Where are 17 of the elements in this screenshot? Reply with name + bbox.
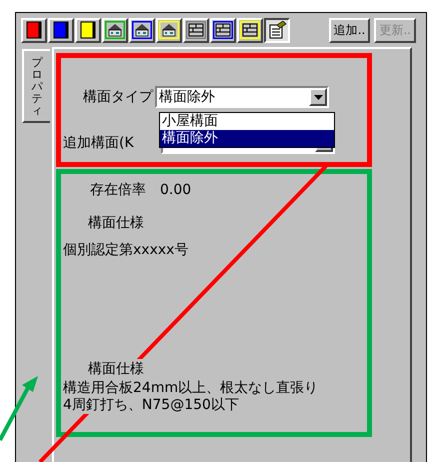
spec-label: 構面仕様 (88, 359, 144, 380)
field-label: 構面タイプ (83, 88, 153, 106)
rate-label: 存在倍率 (90, 181, 146, 200)
spec-label: 構面仕様 (87, 214, 145, 233)
rate-value: 0.00 (160, 181, 192, 200)
dropdown-button[interactable] (309, 88, 327, 106)
spec-value: 個別認定第xxxxx号 (63, 241, 190, 260)
tool-button[interactable] (264, 18, 290, 42)
toolbar-button[interactable]: 追加.. (328, 18, 370, 42)
property-sheet-icon (267, 21, 287, 39)
dropdown-option[interactable]: 小屋構面 (160, 113, 334, 130)
caret-icon (314, 94, 322, 100)
type-combo[interactable]: 構面除外 (155, 86, 329, 108)
annotation-arrow (0, 376, 38, 441)
side-tab[interactable]: プロパティ (22, 49, 50, 123)
field-label: 追加構面(K (63, 134, 135, 152)
dropdown-option[interactable]: 構面除外 (160, 130, 334, 147)
